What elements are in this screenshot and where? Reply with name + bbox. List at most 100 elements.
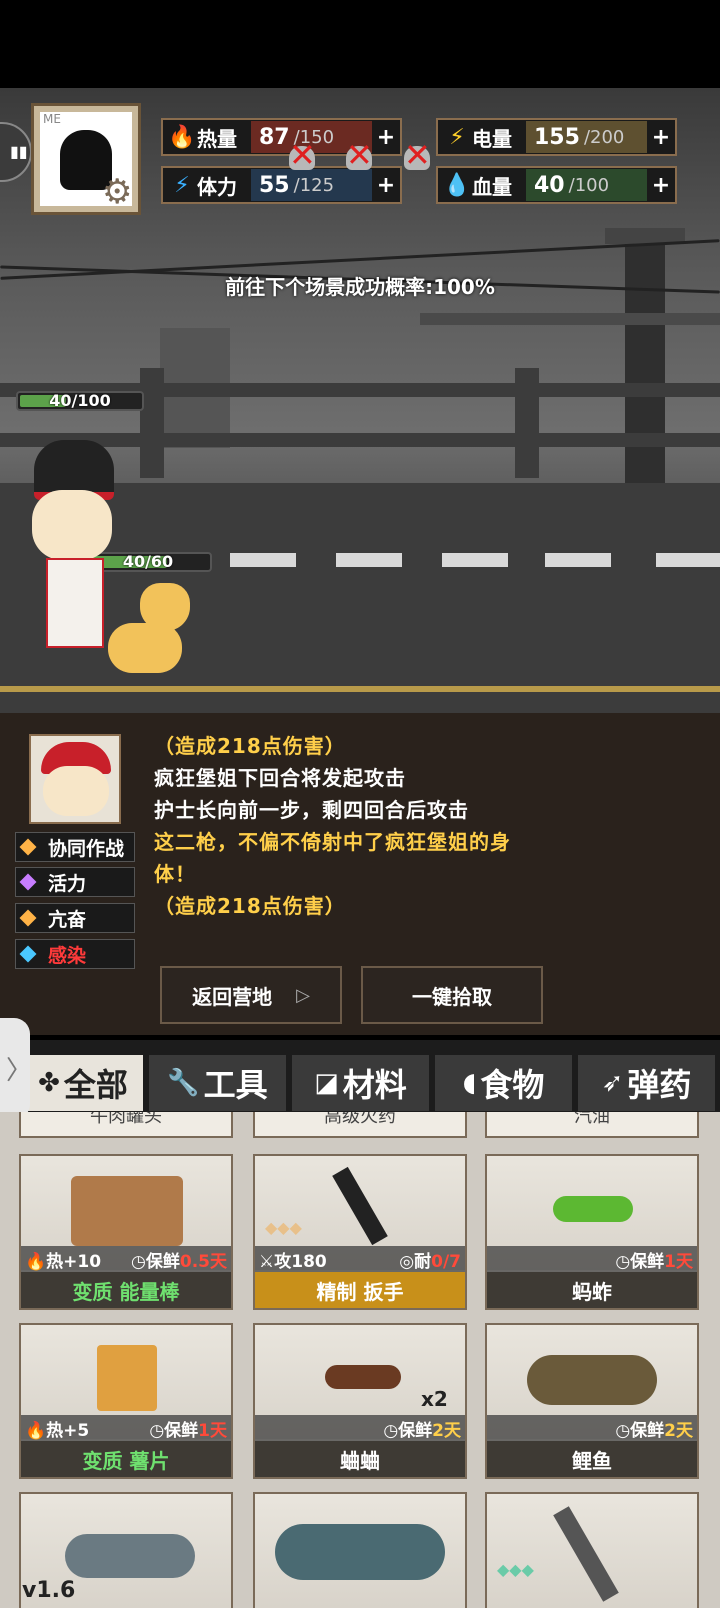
diamond-icon	[19, 945, 37, 963]
blood-bar: 40 /100	[526, 169, 647, 201]
dog-companion[interactable]	[98, 583, 198, 693]
speaker-portrait	[29, 734, 121, 824]
play-arrow-icon: ▷	[296, 984, 310, 1006]
log-line: 体！	[154, 862, 196, 886]
item-right-value: 0.5天	[179, 1251, 227, 1272]
item-card[interactable]: 🔥热+5 ◷保鲜1天 变质 薯片	[19, 1323, 233, 1479]
wrench-icon	[332, 1166, 388, 1246]
player-hp-text: 40/100	[49, 391, 111, 410]
box-icon	[71, 1176, 183, 1246]
item-card[interactable]: ◆◆◆	[485, 1492, 699, 1608]
blood-label: 血量	[472, 174, 512, 199]
road-line	[336, 553, 402, 567]
flame-icon: 🔥	[25, 1420, 47, 1441]
power-current: 155	[534, 124, 580, 150]
status-badge[interactable]: 亢奋	[15, 903, 135, 933]
durability-icon: ◎	[399, 1251, 415, 1272]
dots-icon: ▮▮	[10, 142, 28, 161]
status-label: 感染	[48, 944, 87, 967]
diamond-icon	[19, 909, 37, 927]
status-badge[interactable]: 协同作战	[15, 832, 135, 862]
side-drawer-handle[interactable]: 〉	[0, 1018, 33, 1120]
log-line: （造成218点伤害）	[154, 894, 346, 918]
diamond-icon	[19, 873, 37, 891]
item-name: 精制 扳手	[255, 1272, 465, 1308]
clock-icon: ◷	[615, 1420, 631, 1441]
log-line: 护士长向前一步，剩四回合后攻击	[154, 798, 469, 822]
clock-icon: ◷	[149, 1420, 165, 1441]
grasshopper-icon	[553, 1196, 633, 1222]
item-card-partial[interactable]: 汽油	[485, 1112, 699, 1138]
item-stats: ⚔攻180 ◎耐0/7	[255, 1246, 465, 1272]
chevron-right-icon: 〉	[6, 1056, 33, 1086]
item-name: 牛肉罐头	[90, 1112, 162, 1127]
carp-icon	[527, 1355, 657, 1405]
road-line	[656, 553, 720, 567]
item-left-stat: 热+10	[46, 1251, 102, 1272]
power-add-button[interactable]: +	[647, 125, 675, 150]
stamina-add-button[interactable]: +	[372, 173, 400, 198]
meat-icon: ◖	[462, 1068, 477, 1098]
item-right-label: 保鲜	[145, 1251, 180, 1272]
item-stats: 🔥热+5 ◷保鲜1天	[21, 1415, 231, 1441]
item-right-value: 0/7	[431, 1251, 461, 1272]
item-stats: ◷保鲜2天	[255, 1415, 465, 1441]
item-card-partial[interactable]: 高级火药	[253, 1112, 467, 1138]
player-avatar[interactable]: ME ⚙	[31, 103, 141, 215]
item-name: 鲤鱼	[487, 1441, 697, 1477]
item-right-label: 保鲜	[630, 1251, 665, 1272]
item-name: 蛐蛐	[255, 1441, 465, 1477]
cricket-icon	[325, 1365, 401, 1389]
power-max: /200	[583, 126, 625, 148]
clock-icon: ◷	[383, 1420, 399, 1441]
item-card[interactable]: ◆◆◆ ⚔攻180 ◎耐0/7 精制 扳手	[253, 1154, 467, 1310]
material-icon: ◪	[314, 1068, 339, 1098]
item-right-value: 1天	[198, 1420, 227, 1441]
tab-label: 食物	[480, 1066, 545, 1104]
log-line: （造成218点伤害）	[154, 734, 346, 758]
item-stats: ◷保鲜1天	[487, 1246, 697, 1272]
road-line	[545, 553, 611, 567]
pickup-all-button[interactable]: 一键拾取	[361, 966, 543, 1024]
battery-icon: ⚡	[449, 124, 465, 150]
return-camp-label: 返回营地	[192, 984, 273, 1009]
tab-all[interactable]: ✤ 全部	[23, 1055, 143, 1111]
diamond-icon	[19, 838, 37, 856]
tab-materials[interactable]: ◪ 材料	[292, 1055, 429, 1111]
enemy-skull-icon: ✕	[404, 136, 431, 174]
item-card[interactable]: ◷保鲜1天 蚂蚱	[485, 1154, 699, 1310]
lightning-icon: ⚡	[174, 172, 190, 198]
road-line	[442, 553, 508, 567]
fish-icon	[65, 1534, 195, 1578]
blood-drop-icon: 💧	[443, 172, 471, 198]
item-right-value: 2天	[664, 1420, 693, 1441]
tab-tools[interactable]: 🔧 工具	[149, 1055, 286, 1111]
power-bar: 155 /200	[526, 121, 647, 153]
clock-icon: ◷	[615, 1251, 631, 1272]
gear-icon[interactable]: ⚙	[102, 172, 132, 212]
status-badge[interactable]: 活力	[15, 867, 135, 897]
tab-label: 工具	[203, 1066, 268, 1104]
item-left-stat: 热+5	[46, 1420, 90, 1441]
item-card[interactable]	[253, 1492, 467, 1608]
item-count: x2	[421, 1387, 448, 1411]
item-card-partial[interactable]: 牛肉罐头	[19, 1112, 233, 1138]
item-right-label: 保鲜	[398, 1420, 433, 1441]
item-card[interactable]: ◷保鲜2天 鲤鱼	[485, 1323, 699, 1479]
road-line	[230, 553, 296, 567]
blood-add-button[interactable]: +	[647, 173, 675, 198]
tab-label: 材料	[342, 1066, 407, 1104]
tab-food[interactable]: ◖ 食物	[435, 1055, 572, 1111]
bridge-beam	[420, 313, 720, 325]
return-camp-button[interactable]: 返回营地 ▷	[160, 966, 342, 1024]
item-right-label: 保鲜	[164, 1420, 199, 1441]
status-badge[interactable]: 感染	[15, 939, 135, 969]
enemy-skull-icon: ✕	[346, 136, 373, 174]
tab-label: 全部	[63, 1066, 128, 1104]
salmon-icon	[275, 1524, 445, 1580]
item-card[interactable]: x2 ◷保鲜2天 蛐蛐	[253, 1323, 467, 1479]
item-card[interactable]: 🔥热+10 ◷保鲜0.5天 变质 能量棒	[19, 1154, 233, 1310]
tab-ammo[interactable]: ➶ 弹药	[578, 1055, 715, 1111]
power-label: 电量	[472, 126, 512, 151]
item-right-value: 2天	[432, 1420, 461, 1441]
